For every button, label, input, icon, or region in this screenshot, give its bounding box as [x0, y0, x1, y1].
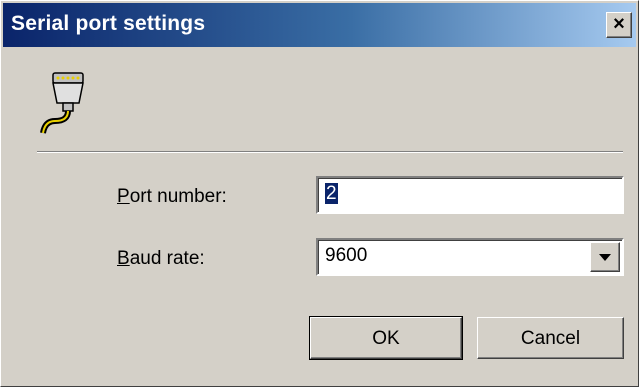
baud-rate-mnemonic: B: [117, 248, 130, 269]
port-number-input[interactable]: 2: [316, 176, 624, 214]
separator-line: [37, 151, 623, 153]
close-button[interactable]: ×: [606, 12, 632, 38]
baud-rate-label: Baud rate:: [117, 248, 205, 270]
baud-rate-label-text: aud rate:: [129, 248, 205, 269]
title-bar[interactable]: Serial port settings ×: [3, 3, 636, 47]
ok-button-label: OK: [372, 328, 400, 349]
close-icon: ×: [613, 13, 625, 35]
port-number-label-text: ort number:: [129, 186, 227, 207]
chevron-down-icon: [599, 254, 611, 261]
baud-rate-dropdown-button[interactable]: [590, 242, 620, 272]
ok-button[interactable]: OK: [309, 316, 463, 360]
serial-port-icon: [40, 72, 84, 134]
port-number-label: Port number:: [117, 186, 227, 208]
cancel-button-label: Cancel: [520, 328, 581, 349]
port-number-mnemonic: P: [117, 186, 130, 207]
cancel-button[interactable]: Cancel: [477, 317, 624, 359]
baud-rate-select[interactable]: 9600: [316, 238, 624, 276]
baud-rate-value: 9600: [325, 245, 368, 266]
serial-port-settings-dialog: Serial port settings × Port number: 2 Ba…: [0, 0, 639, 387]
port-number-value: 2: [325, 183, 338, 204]
dialog-title: Serial port settings: [11, 12, 206, 35]
port-number-value-wrap: 2: [325, 183, 338, 205]
